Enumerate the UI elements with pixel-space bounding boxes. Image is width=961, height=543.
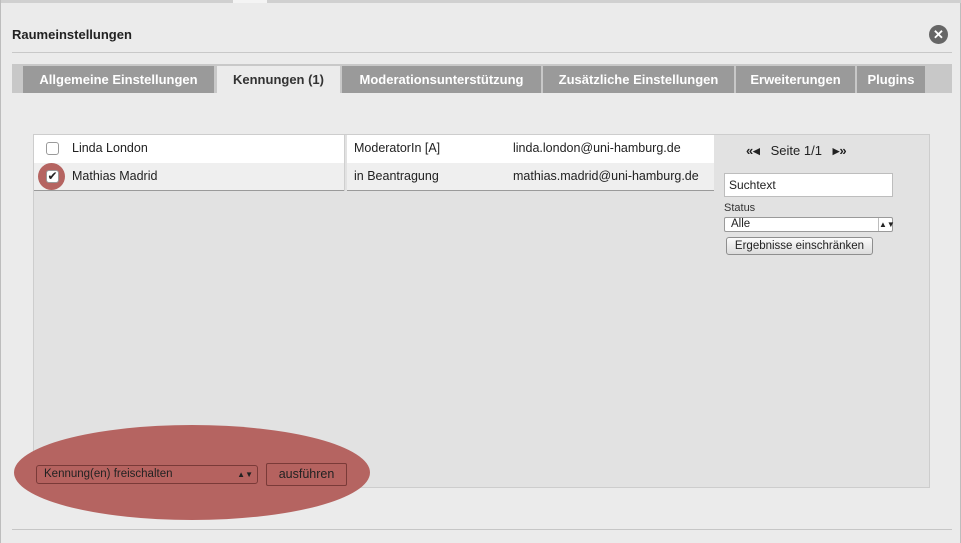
account-role: in Beantragung [354, 169, 439, 183]
status-selected-value: Alle [731, 218, 751, 230]
filter-sidebar: «◂ Seite 1/1 ▸» Suchtext Status Alle ▲▼ … [724, 135, 914, 275]
bulk-action-value: Kennung(en) freischalten [44, 468, 173, 480]
tab-additional-settings[interactable]: Zusätzliche Einstellungen [543, 66, 734, 93]
account-list: Linda London ModeratorIn [A] linda.londo… [34, 135, 714, 191]
tab-accounts[interactable]: Kennungen (1) [217, 66, 340, 94]
apply-filter-button[interactable]: Ergebnisse einschränken [726, 237, 873, 255]
run-button[interactable]: ausführen [266, 463, 347, 486]
page-indicator: Seite 1/1 [770, 143, 822, 158]
column-divider [344, 135, 347, 163]
title-divider [12, 52, 952, 53]
account-role: ModeratorIn [A] [354, 141, 441, 155]
top-notch [233, 0, 267, 3]
bottom-divider [12, 529, 952, 530]
column-divider [344, 163, 347, 191]
pager: «◂ Seite 1/1 ▸» [746, 143, 847, 159]
account-email: mathias.madrid@uni-hamburg.de [513, 169, 699, 183]
select-arrow-icon: ▲▼ [878, 218, 895, 231]
account-name: Linda London [72, 141, 148, 155]
settings-dialog: Raumeinstellungen ✕ Allgemeine Einstellu… [0, 0, 961, 543]
prev-page-icon[interactable]: ◂ [753, 143, 760, 158]
status-label: Status [724, 202, 756, 214]
last-page-icon[interactable]: » [839, 143, 846, 158]
dialog-title: Raumeinstellungen [12, 27, 132, 42]
tab-general-settings[interactable]: Allgemeine Einstellungen [23, 66, 214, 93]
status-select[interactable]: Alle ▲▼ [724, 217, 895, 232]
row-checkbox[interactable] [46, 142, 59, 155]
row-checkbox[interactable]: ✔ [46, 170, 59, 183]
table-row[interactable]: Linda London ModeratorIn [A] linda.londo… [34, 135, 714, 163]
top-border [1, 0, 961, 3]
bulk-action-select[interactable]: Kennung(en) freischalten ▲▼ [36, 465, 258, 484]
tab-extensions[interactable]: Erweiterungen [736, 66, 855, 93]
account-email: linda.london@uni-hamburg.de [513, 141, 681, 155]
account-name: Mathias Madrid [72, 169, 158, 183]
tab-moderation-support[interactable]: Moderationsunterstützung [342, 66, 541, 93]
close-icon[interactable]: ✕ [929, 25, 948, 44]
tab-plugins[interactable]: Plugins [857, 66, 925, 93]
search-input[interactable]: Suchtext [724, 173, 893, 197]
table-row[interactable]: ✔ Mathias Madrid in Beantragung mathias.… [34, 163, 714, 191]
select-arrow-icon: ▲▼ [237, 470, 253, 479]
